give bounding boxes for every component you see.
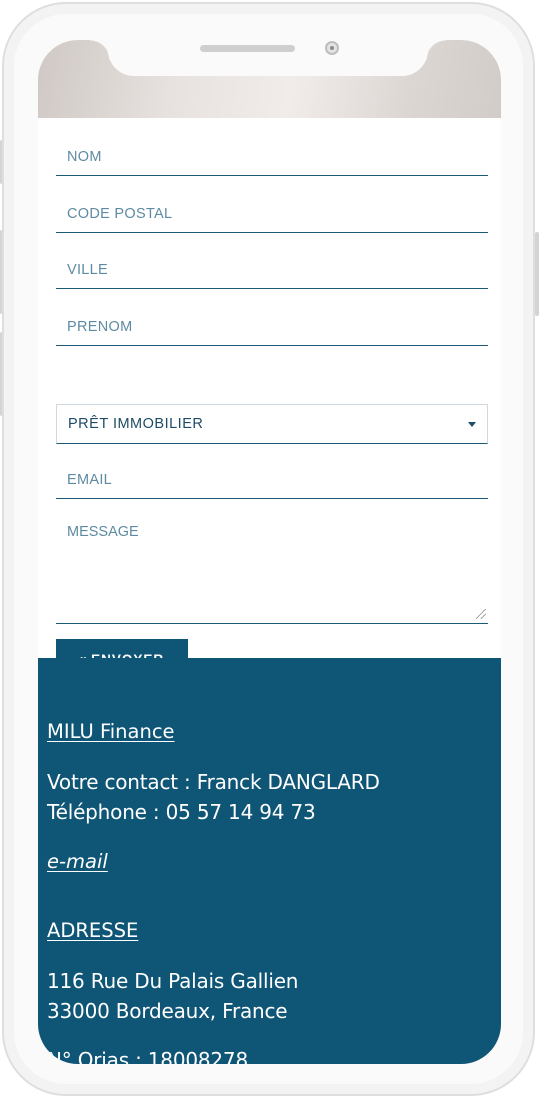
notch-corner-left [90,40,110,60]
prenom-input[interactable] [56,308,488,346]
address-heading: ADRESSE [47,919,139,942]
loan-type-select[interactable]: PRÊT IMMOBILIER [56,404,488,444]
resize-grip-icon[interactable] [476,609,486,619]
code-postal-input[interactable] [56,195,488,233]
power-button [535,232,539,316]
company-link[interactable]: MILU Finance [47,720,175,743]
address-city: 33000 Bordeaux, France [47,999,288,1023]
contact-person: Votre contact : Franck DANGLARD [47,770,380,794]
address-street: 116 Rue Du Palais Gallien [47,969,299,993]
speaker-grille [200,45,295,52]
caret-down-icon [468,421,476,427]
message-textarea[interactable] [56,516,488,624]
front-camera-icon [325,41,339,55]
email-input[interactable] [56,461,488,499]
orias-number: N° Orias : 18008278 [47,1048,248,1064]
phone-number: Téléphone : 05 57 14 94 73 [47,800,316,824]
loan-type-value: PRÊT IMMOBILIER [68,416,204,432]
contact-footer: MILU Finance Votre contact : Franck DANG… [38,658,501,1064]
notch-corner-right [426,40,446,60]
phone-screen: PRÊT IMMOBILIER » ENVOYER MILU Finance V… [38,40,501,1064]
ville-input[interactable] [56,251,488,289]
email-link[interactable]: e-mail [47,850,108,873]
nom-input[interactable] [56,138,488,176]
